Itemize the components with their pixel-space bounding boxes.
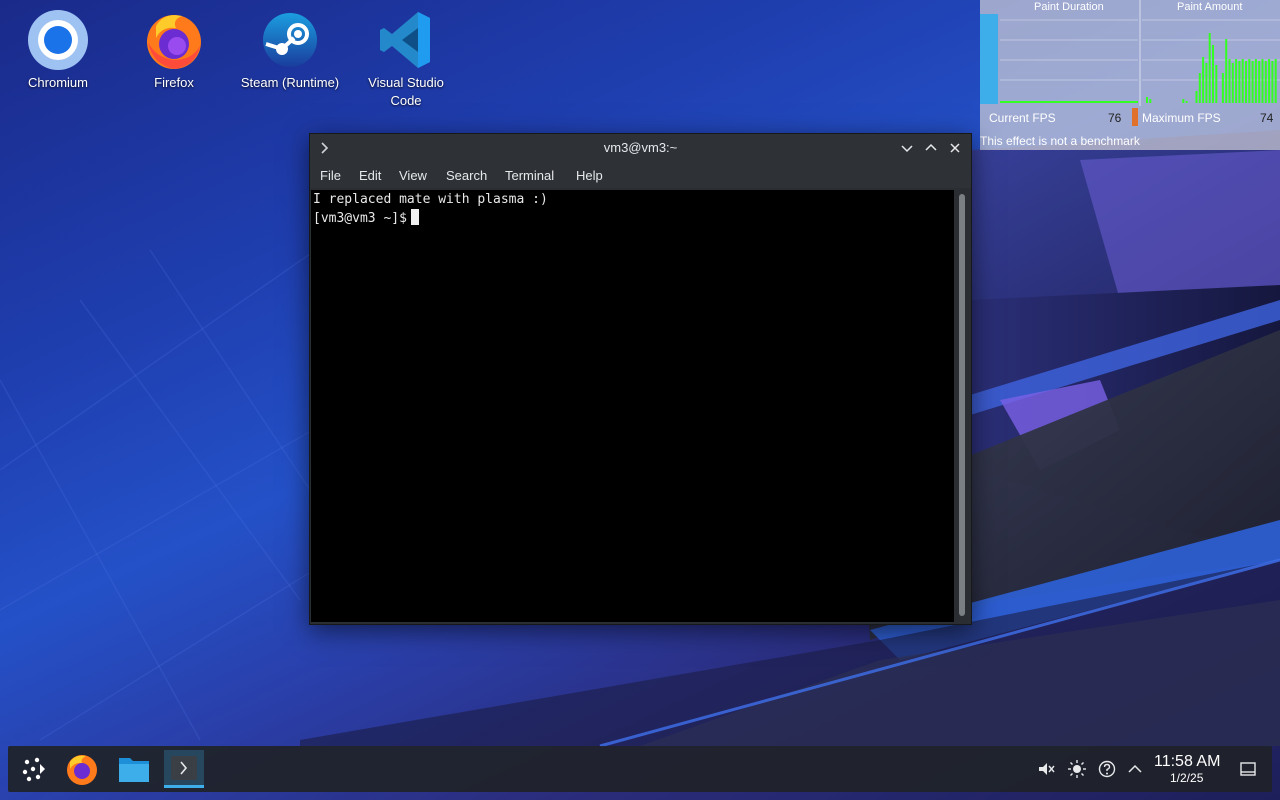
paint-amount-bar	[1198, 73, 1201, 103]
paint-amount-bar	[1228, 59, 1231, 103]
paint-amount-bar	[1241, 59, 1244, 103]
paint-amount-bar	[1274, 59, 1277, 103]
maximum-fps-label: Maximum FPS	[1142, 111, 1221, 125]
menu-file[interactable]: File	[320, 168, 341, 183]
volume-muted-icon[interactable]	[1036, 759, 1056, 779]
paint-amount-bar	[1254, 59, 1257, 103]
desktop-icon-vscode[interactable]: Visual Studio Code	[351, 0, 461, 110]
menu-help[interactable]: Help	[576, 168, 603, 183]
desktop-icon-steam[interactable]: Steam (Runtime)	[235, 0, 345, 92]
text-cursor	[410, 209, 419, 225]
menu-edit[interactable]: Edit	[359, 168, 381, 183]
paint-amount-bar	[1271, 61, 1274, 103]
taskbar-terminal[interactable]	[164, 750, 204, 788]
clock-time[interactable]: 11:58 AM	[1154, 753, 1220, 771]
taskbar-file-manager[interactable]	[114, 750, 154, 788]
desktop-icon-chromium[interactable]: Chromium	[3, 0, 113, 92]
current-fps-label: Current FPS	[989, 111, 1056, 125]
fps-overlay: Paint Duration Paint Amount Current FPS …	[980, 0, 1280, 150]
minimize-button[interactable]	[897, 138, 917, 158]
paint-amount-bar	[1248, 59, 1251, 103]
paint-amount-bar	[1231, 63, 1234, 103]
desktop-icon-label: Steam (Runtime)	[240, 75, 340, 90]
desktop-icon-label: Visual Studio Code	[368, 75, 444, 108]
paint-amount-bar	[1182, 99, 1185, 103]
terminal-icon	[171, 756, 197, 780]
paint-amount-bar	[1268, 59, 1271, 103]
desktop[interactable]: Chromium Firefox Steam (Runtime) Visual …	[0, 0, 1280, 800]
terminal-prompt-line: [vm3@vm3 ~]$	[313, 209, 419, 228]
brightness-icon[interactable]	[1067, 759, 1087, 779]
paint-amount-bar	[1195, 91, 1198, 103]
terminal-prompt: [vm3@vm3 ~]$	[313, 211, 407, 226]
desktop-icon-label: Chromium	[28, 75, 88, 90]
titlebar[interactable]: vm3@vm3:~	[310, 134, 971, 162]
firefox-icon	[142, 8, 206, 72]
desktop-icon-firefox[interactable]: Firefox	[119, 0, 229, 92]
fps-marker	[1132, 108, 1138, 126]
desktop-icon-label: Firefox	[154, 75, 194, 90]
paint-amount-bar	[1238, 61, 1241, 103]
paint-amount-bar	[1149, 99, 1152, 103]
maximum-fps-value: 74	[1260, 111, 1274, 125]
paint-amount-bar	[1264, 61, 1267, 103]
paint-amount-bar	[1245, 61, 1247, 103]
paint-amount-bar	[1146, 97, 1148, 103]
maximize-button[interactable]	[921, 138, 941, 158]
steam-icon	[258, 8, 322, 72]
firefox-icon	[67, 755, 97, 785]
window-title: vm3@vm3:~	[603, 140, 678, 155]
benchmark-note: This effect is not a benchmark	[980, 134, 1140, 148]
paint-amount-bar	[1205, 63, 1208, 103]
chromium-icon	[26, 8, 90, 72]
show-desktop-icon[interactable]	[1238, 759, 1258, 779]
menu-terminal[interactable]: Terminal	[505, 168, 554, 183]
paint-amount-bar	[1202, 57, 1205, 103]
paint-amount-bar	[1258, 61, 1261, 103]
vscode-icon	[374, 8, 438, 72]
paint-amount-bar	[1221, 73, 1224, 103]
terminal-output-line: I replaced mate with plasma :)	[313, 192, 548, 207]
paint-amount-bar	[1208, 33, 1211, 103]
scrollbar-thumb[interactable]	[959, 194, 965, 616]
menu-search[interactable]: Search	[446, 168, 487, 183]
file-manager-icon	[119, 758, 149, 782]
taskbar-firefox[interactable]	[62, 750, 102, 788]
current-fps-value: 76	[1108, 111, 1122, 125]
menu-view[interactable]: View	[399, 168, 427, 183]
clock-date[interactable]: 1/2/25	[1170, 771, 1203, 785]
chevron-up-icon[interactable]	[1125, 759, 1145, 779]
terminal-screen[interactable]: I replaced mate with plasma :) [vm3@vm3 …	[311, 190, 954, 622]
scrollbar[interactable]	[956, 190, 969, 622]
paint-amount-bar	[1261, 59, 1264, 103]
paint-amount-bar	[1212, 45, 1214, 103]
paint-amount-bar	[1215, 65, 1218, 103]
paint-amount-bar	[1235, 59, 1238, 103]
paint-amount-bar	[1185, 101, 1188, 103]
close-button[interactable]	[945, 138, 965, 158]
fps-graphs	[980, 0, 1280, 106]
app-launcher-button[interactable]	[13, 750, 53, 788]
app-launcher-icon	[22, 757, 45, 782]
menu-bar: File Edit View Search Terminal Help	[310, 162, 971, 188]
help-icon[interactable]	[1097, 759, 1117, 779]
paint-amount-bar	[1251, 61, 1254, 103]
terminal-window[interactable]: vm3@vm3:~ File Edit View Search Terminal…	[309, 133, 972, 625]
taskbar: 11:58 AM 1/2/25	[8, 746, 1272, 792]
paint-amount-bar	[1225, 39, 1228, 103]
